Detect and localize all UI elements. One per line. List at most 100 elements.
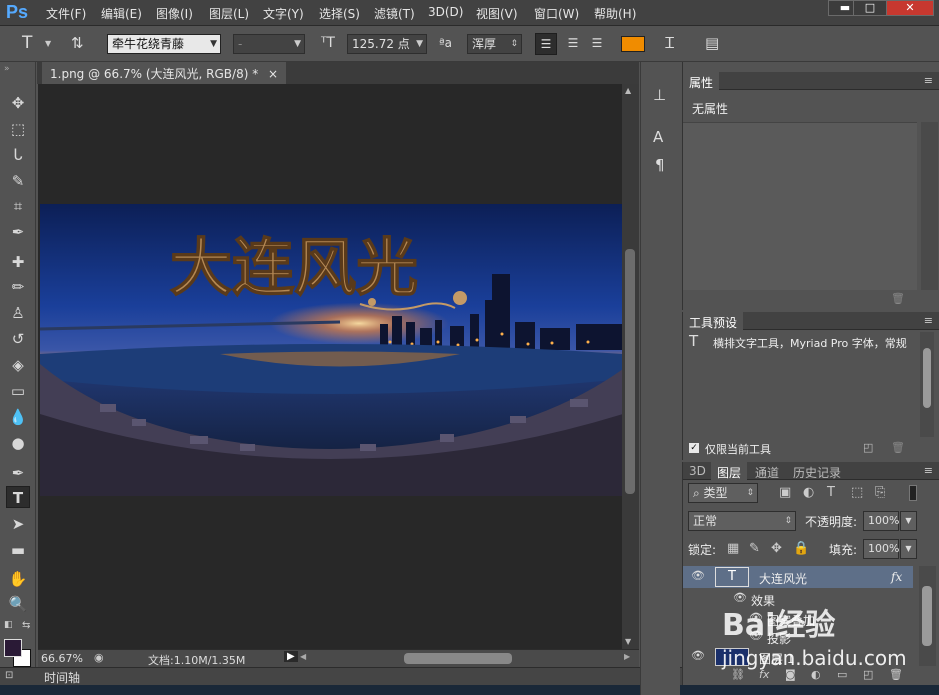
canvas-area[interactable]: 大连风光 bbox=[38, 84, 623, 649]
adjustment-filter-icon[interactable]: ◐ bbox=[803, 485, 814, 500]
lock-all-icon[interactable]: 🔒 bbox=[793, 541, 809, 556]
scroll-up-icon[interactable]: ▲ bbox=[625, 86, 631, 95]
eraser-tool-icon[interactable]: ◈ bbox=[6, 354, 30, 376]
gradient-tool-icon[interactable]: ▭ bbox=[6, 380, 30, 402]
restore-button[interactable]: □ bbox=[853, 0, 887, 16]
only-current-checkbox[interactable]: ✓ bbox=[689, 443, 699, 453]
menu-type[interactable]: 文字(Y) bbox=[263, 5, 304, 22]
eyedropper-tool-icon[interactable]: ✒ bbox=[6, 221, 30, 243]
menu-edit[interactable]: 编辑(E) bbox=[101, 5, 142, 22]
type-filter-icon[interactable]: T bbox=[827, 485, 835, 500]
new-group-icon[interactable]: ▭ bbox=[837, 668, 847, 681]
brush-tool-icon[interactable]: ✏ bbox=[6, 276, 30, 298]
trash-icon[interactable]: 🗑 bbox=[891, 441, 905, 454]
foreground-color-swatch[interactable] bbox=[4, 639, 22, 657]
path-select-tool-icon[interactable]: ➤ bbox=[6, 513, 30, 535]
antialias-select[interactable]: 浑厚 ⇕ bbox=[467, 34, 522, 54]
lock-position-icon[interactable]: ✥ bbox=[771, 541, 782, 556]
blur-tool-icon[interactable]: 💧 bbox=[6, 406, 30, 428]
tab-3d[interactable]: 3D bbox=[683, 462, 712, 480]
panel-menu-icon[interactable]: ≡ bbox=[924, 464, 933, 477]
crop-tool-icon[interactable]: ⌗ bbox=[6, 195, 30, 217]
zoom-level[interactable]: 66.67% bbox=[41, 652, 83, 665]
document-tab[interactable]: 1.png @ 66.7% (大连风光, RGB/8) * × bbox=[42, 62, 287, 84]
collapse-icon[interactable]: » bbox=[4, 64, 10, 74]
clone-stamp-tool-icon[interactable]: ♙ bbox=[6, 302, 30, 324]
chevron-down-icon[interactable]: ▼ bbox=[45, 39, 51, 48]
type-tool-icon[interactable]: T bbox=[6, 486, 30, 508]
pen-tool-icon[interactable]: ✒ bbox=[6, 462, 30, 484]
panel-menu-icon[interactable]: ≡ bbox=[924, 314, 933, 327]
chevron-down-icon[interactable]: ▼ bbox=[900, 539, 917, 559]
scroll-left-icon[interactable]: ◀ bbox=[300, 652, 306, 661]
eye-icon[interactable]: 👁 bbox=[733, 591, 747, 604]
menu-window[interactable]: 窗口(W) bbox=[534, 5, 579, 22]
add-style-icon[interactable]: fx bbox=[759, 668, 769, 681]
presets-scroll-thumb[interactable] bbox=[923, 348, 931, 408]
layers-scroll-thumb[interactable] bbox=[922, 586, 932, 646]
menu-image[interactable]: 图像(I) bbox=[156, 5, 193, 22]
fill-input[interactable]: 100% bbox=[863, 539, 899, 559]
healing-brush-tool-icon[interactable]: ✚ bbox=[6, 251, 30, 273]
menu-file[interactable]: 文件(F) bbox=[46, 5, 86, 22]
hand-tool-icon[interactable]: ✋ bbox=[6, 568, 30, 590]
tab-channels[interactable]: 通道 bbox=[749, 462, 785, 480]
close-button[interactable]: ✕ bbox=[886, 0, 934, 16]
shape-tool-icon[interactable]: ▬ bbox=[6, 539, 30, 561]
pixel-filter-icon[interactable]: ▣ bbox=[779, 485, 791, 500]
layer-name[interactable]: 大连风光 bbox=[759, 570, 807, 587]
eye-icon[interactable]: 👁 bbox=[691, 569, 705, 582]
marquee-tool-icon[interactable]: ⬚ bbox=[6, 118, 30, 140]
panel-menu-icon[interactable]: ≡ bbox=[924, 74, 933, 87]
history-brush-tool-icon[interactable]: ↺ bbox=[6, 328, 30, 350]
eye-icon[interactable]: 👁 bbox=[749, 611, 763, 624]
shape-filter-icon[interactable]: ⬚ bbox=[851, 485, 863, 500]
add-mask-icon[interactable]: ◙ bbox=[785, 668, 796, 681]
lock-transparency-icon[interactable]: ▦ bbox=[727, 541, 739, 556]
filter-toggle[interactable] bbox=[909, 485, 917, 501]
delete-layer-icon[interactable]: 🗑 bbox=[889, 668, 903, 681]
swap-colors-icon[interactable]: ⇆ bbox=[22, 620, 30, 631]
layer-name[interactable]: 图层 1 bbox=[759, 650, 794, 667]
properties-scrollbar[interactable] bbox=[921, 122, 938, 290]
tool-preset-item[interactable]: 横排文字工具，Myriad Pro 字体，常规 bbox=[713, 335, 913, 351]
menu-view[interactable]: 视图(V) bbox=[476, 5, 518, 22]
lasso-tool-icon[interactable]: ᒐ bbox=[6, 144, 30, 166]
status-arrow-icon[interactable]: ▶ bbox=[284, 651, 298, 662]
paragraph-panel-icon[interactable]: ¶ bbox=[655, 156, 665, 174]
quick-select-tool-icon[interactable]: ✎ bbox=[6, 170, 30, 192]
vertical-scroll-thumb[interactable] bbox=[625, 249, 635, 494]
fx-icon[interactable]: fx bbox=[891, 570, 902, 584]
align-right-button[interactable]: ☰ bbox=[586, 33, 608, 55]
presets-scrollbar[interactable] bbox=[920, 332, 934, 437]
new-preset-icon[interactable]: ◰ bbox=[863, 441, 873, 454]
tab-history[interactable]: 历史记录 bbox=[787, 462, 847, 480]
move-tool-icon[interactable]: ✥ bbox=[6, 92, 30, 114]
tab-properties[interactable]: 属性 bbox=[683, 72, 720, 90]
effect-drop-shadow-row[interactable]: 👁 投影 bbox=[683, 626, 913, 648]
layers-scrollbar[interactable] bbox=[919, 566, 936, 666]
scroll-right-icon[interactable]: ▶ bbox=[624, 652, 630, 661]
timeline-tab[interactable]: 时间轴 bbox=[44, 669, 80, 686]
dodge-tool-icon[interactable]: ● bbox=[6, 432, 30, 454]
status-menu-icon[interactable]: ◉ bbox=[94, 651, 104, 664]
character-panel-icon[interactable]: A bbox=[653, 128, 663, 146]
clone-source-panel-icon[interactable]: ⊥ bbox=[653, 86, 666, 104]
layer-filter-select[interactable]: ⌕ 类型 ⇕ bbox=[688, 483, 758, 503]
lock-pixels-icon[interactable]: ✎ bbox=[749, 541, 760, 556]
canvas-vertical-scrollbar[interactable]: ▲ ▼ bbox=[622, 84, 639, 649]
layer-row-image[interactable]: 👁 图层 1 bbox=[683, 646, 913, 668]
font-family-select[interactable]: 牵牛花绕青藤 ▼ bbox=[107, 34, 221, 54]
close-tab-icon[interactable]: × bbox=[268, 67, 278, 81]
menu-select[interactable]: 选择(S) bbox=[319, 5, 360, 22]
eye-icon[interactable]: 👁 bbox=[749, 629, 763, 642]
layer-effects-row[interactable]: 👁 效果 bbox=[683, 588, 913, 610]
font-style-select[interactable]: - ▼ bbox=[233, 34, 305, 54]
timeline-icon[interactable]: ⊡ bbox=[5, 670, 13, 681]
link-layers-icon[interactable]: ⛓ bbox=[731, 668, 745, 681]
menu-help[interactable]: 帮助(H) bbox=[594, 5, 636, 22]
opacity-input[interactable]: 100% bbox=[863, 511, 899, 531]
scroll-down-icon[interactable]: ▼ bbox=[625, 637, 631, 646]
menu-layer[interactable]: 图层(L) bbox=[209, 5, 249, 22]
layer-row-text[interactable]: 👁 T 大连风光 fx bbox=[683, 566, 913, 588]
